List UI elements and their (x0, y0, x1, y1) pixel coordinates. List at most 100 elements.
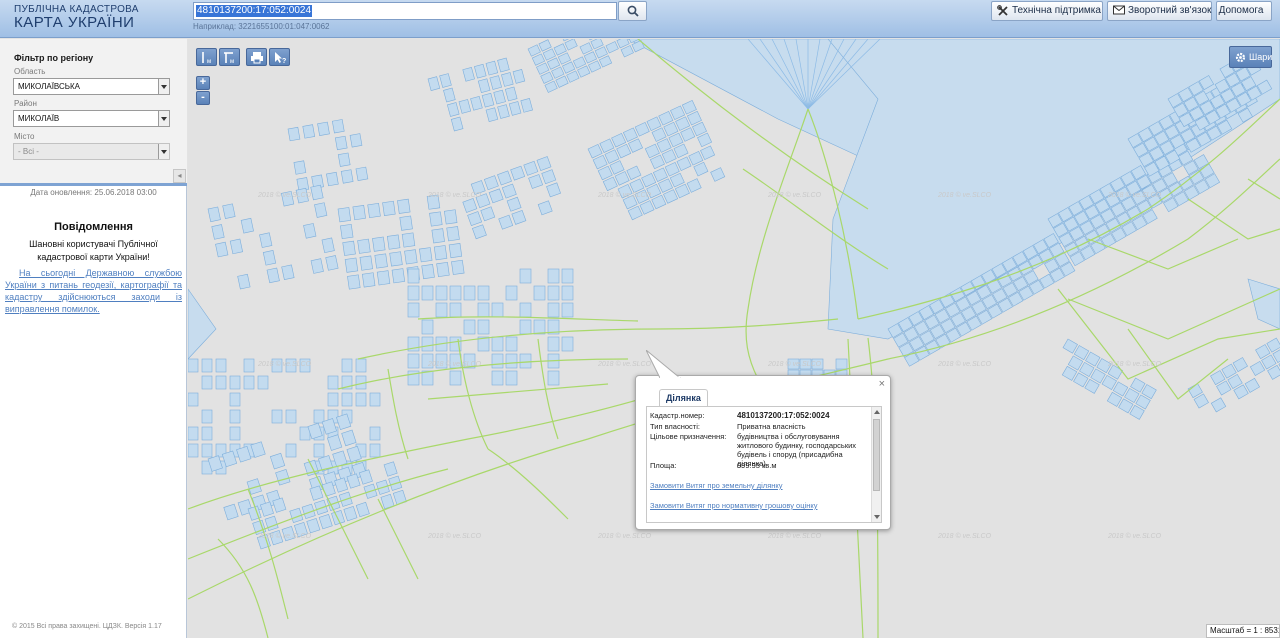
parcel[interactable] (188, 358, 199, 373)
parcel[interactable] (446, 102, 460, 117)
parcel[interactable] (337, 207, 352, 223)
parcel[interactable] (419, 247, 433, 263)
parcel[interactable] (367, 202, 381, 219)
parcel[interactable] (306, 517, 321, 534)
parcel[interactable] (421, 336, 434, 352)
parcel[interactable] (431, 228, 445, 244)
parcel[interactable] (374, 253, 388, 269)
parcel[interactable] (577, 65, 591, 78)
help-button[interactable]: Допомога (1216, 1, 1272, 21)
parcel[interactable] (664, 161, 680, 177)
parcel[interactable] (641, 172, 657, 188)
parcel[interactable] (611, 132, 627, 148)
parcel[interactable] (649, 154, 665, 170)
scroll-down-icon[interactable] (874, 515, 880, 519)
parcel[interactable] (285, 409, 297, 424)
parcel[interactable] (407, 353, 420, 369)
parcel[interactable] (692, 121, 707, 137)
support-button[interactable]: Технічна підтримка (991, 1, 1103, 21)
parcel[interactable] (215, 375, 227, 390)
parcel[interactable] (693, 161, 709, 177)
zoom-out-button[interactable]: - (196, 91, 210, 105)
parcel[interactable] (658, 178, 674, 193)
parcel[interactable] (835, 358, 848, 370)
measure-line-button[interactable]: м (196, 48, 217, 66)
parcel[interactable] (188, 392, 199, 407)
parcel[interactable] (505, 285, 518, 301)
parcel[interactable] (287, 126, 301, 142)
parcel[interactable] (541, 169, 557, 185)
parcel[interactable] (1244, 377, 1260, 393)
parcel[interactable] (421, 370, 434, 386)
parcel[interactable] (501, 72, 514, 87)
parcel[interactable] (598, 55, 613, 68)
parcel[interactable] (337, 152, 351, 167)
parcel[interactable] (392, 489, 407, 506)
parcel[interactable] (592, 154, 608, 170)
parcel[interactable] (427, 76, 441, 91)
parcel[interactable] (547, 370, 560, 386)
parcel[interactable] (334, 135, 348, 151)
parcel[interactable] (602, 176, 618, 192)
parcel[interactable] (681, 100, 697, 115)
parcel[interactable] (675, 116, 691, 131)
parcel[interactable] (594, 46, 608, 59)
map-layer[interactable]: 2018 © ve.SLCO 2018 © ve.SLCO 2018 © ve.SL… (188, 39, 1280, 638)
parcel[interactable] (477, 319, 490, 335)
parcel[interactable] (272, 497, 287, 513)
parcel[interactable] (676, 156, 692, 171)
parcel[interactable] (547, 268, 560, 284)
parcel[interactable] (401, 232, 416, 248)
parcel[interactable] (448, 243, 463, 259)
parcel[interactable] (670, 105, 686, 121)
parcel[interactable] (485, 107, 499, 123)
parcel[interactable] (201, 375, 213, 390)
print-button[interactable] (246, 48, 267, 66)
parcel[interactable] (489, 75, 503, 90)
parcel[interactable] (188, 443, 199, 458)
map-canvas[interactable]: 2018 © ve.SLCO 2018 © ve.SLCO 2018 © ve.SL… (188, 39, 1280, 638)
parcel[interactable] (391, 268, 406, 284)
parcel[interactable] (519, 302, 532, 318)
parcel[interactable] (443, 87, 456, 103)
parcel[interactable] (1232, 357, 1248, 373)
parcel[interactable] (547, 285, 560, 301)
parcel[interactable] (355, 392, 367, 407)
parcel[interactable] (572, 56, 587, 69)
logo[interactable]: ПУБЛІЧНА КАДАСТРОВА КАРТА УКРАЇНИ (14, 4, 139, 31)
parcel[interactable] (314, 499, 329, 515)
parcel[interactable] (555, 75, 569, 88)
parcel[interactable] (508, 101, 522, 116)
close-icon[interactable]: × (879, 378, 885, 390)
parcel[interactable] (313, 443, 325, 458)
parcel[interactable] (407, 302, 420, 318)
parcel[interactable] (462, 66, 475, 82)
parcel[interactable] (321, 237, 335, 254)
parcel[interactable] (269, 452, 286, 470)
parcel[interactable] (505, 370, 518, 386)
parcel[interactable] (429, 211, 443, 227)
parcel[interactable] (553, 43, 567, 56)
parcel[interactable] (215, 241, 229, 258)
parcel[interactable] (471, 224, 487, 240)
parcel[interactable] (275, 469, 291, 486)
parcel[interactable] (527, 44, 541, 57)
parcel[interactable] (407, 285, 420, 301)
parcel[interactable] (281, 264, 295, 281)
parcel[interactable] (223, 503, 239, 521)
parcel[interactable] (644, 143, 660, 159)
parcel[interactable] (627, 205, 643, 221)
parcel[interactable] (473, 63, 487, 79)
search-button[interactable] (618, 1, 647, 21)
chevron-down-icon[interactable] (158, 79, 169, 94)
parcel[interactable] (458, 99, 472, 114)
parcel[interactable] (450, 116, 464, 132)
parcel[interactable] (491, 302, 504, 318)
parcel[interactable] (386, 234, 401, 250)
parcel[interactable] (523, 160, 539, 176)
parcel[interactable] (477, 78, 491, 94)
zoom-in-button[interactable]: + (196, 76, 210, 90)
identify-button[interactable]: ? (269, 48, 290, 66)
parcel[interactable] (331, 119, 345, 134)
parcel[interactable] (449, 302, 462, 318)
